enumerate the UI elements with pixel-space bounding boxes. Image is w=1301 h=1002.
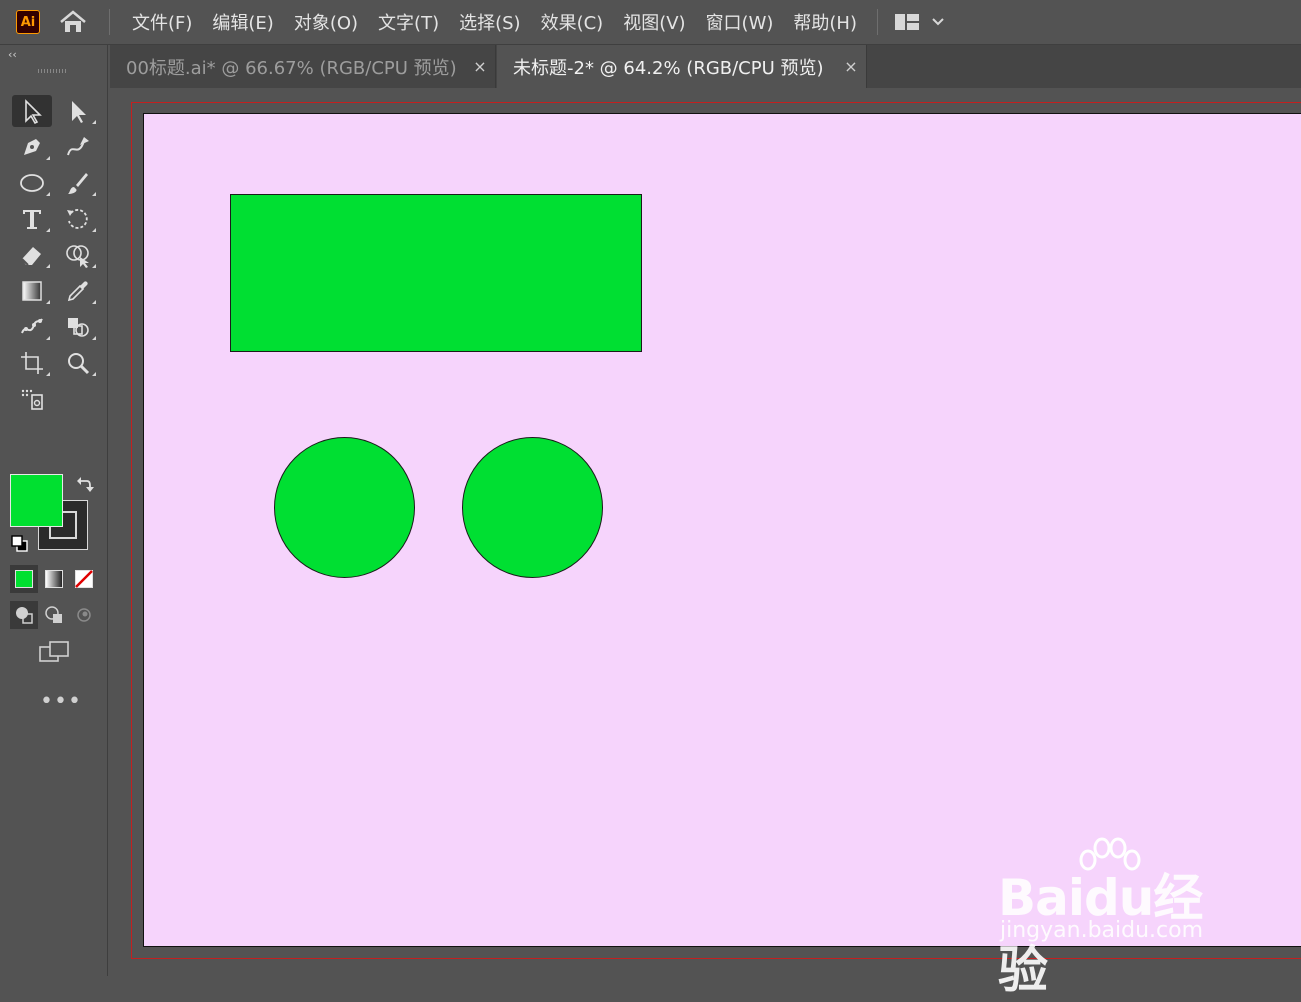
close-icon[interactable]: × [465,57,495,76]
artboard[interactable] [143,113,1301,947]
draw-normal-button[interactable] [10,601,38,629]
watermark-url: jingyan.baidu.com [1000,918,1204,943]
workspace-switcher-icon[interactable] [892,10,952,34]
symbol-sprayer-icon [68,318,89,337]
tab-label: 未标题-2* @ 64.2% (RGB/CPU 预览) [513,57,824,79]
menu-separator [109,9,110,35]
gradient-icon [22,281,42,301]
green-circle-left[interactable] [274,437,415,578]
draw-normal-icon [16,607,33,624]
symbol-sprayer-tool[interactable] [58,311,98,343]
close-icon[interactable]: × [836,57,866,76]
menu-help[interactable]: 帮助(H) [783,9,867,35]
eraser-tool[interactable] [12,239,52,271]
swap-fill-stroke-icon[interactable] [76,475,94,493]
paintbrush-tool[interactable] [58,167,98,199]
menu-edit[interactable]: 编辑(E) [202,9,283,35]
screen-mode-icon[interactable] [36,639,72,667]
rotate-icon [67,209,88,229]
green-rectangle[interactable] [230,194,642,352]
eyedropper-icon [67,281,88,302]
artboard-icon [21,352,43,374]
direct-selection-tool[interactable] [58,95,98,127]
menu-window[interactable]: 窗口(W) [696,9,784,35]
draw-mode-row [10,601,100,629]
fill-color-swatch[interactable] [10,474,63,527]
collapse-panel-button[interactable]: ‹‹ [8,48,17,61]
color-mode-button[interactable] [10,565,38,593]
curvature-pen-icon [67,137,89,156]
tab-document-2[interactable]: 未标题-2* @ 64.2% (RGB/CPU 预览) × [497,45,867,88]
menu-bar: Ai 文件(F) 编辑(E) 对象(O) 文字(T) 选择(S) 效果(C) 视… [0,0,1301,45]
menu-separator [877,9,878,35]
default-fill-stroke-icon[interactable] [11,535,29,553]
paintbrush-icon [68,173,88,194]
menu-view[interactable]: 视图(V) [613,9,695,35]
document-tab-bar: 00标题.ai* @ 66.67% (RGB/CPU 预览) × 未标题-2* … [110,45,1301,88]
menu-object[interactable]: 对象(O) [284,9,368,35]
shape-builder-icon [66,245,89,268]
shape-builder-tool[interactable] [58,239,98,271]
tab-label: 00标题.ai* @ 66.67% (RGB/CPU 预览) [126,57,457,79]
gradient-mode-button[interactable] [40,565,68,593]
tools-panel: ‹‹ ••• [0,45,108,976]
draw-inside-icon [77,608,91,622]
color-mode-row [10,565,100,593]
draw-behind-icon [45,606,62,623]
menu-type[interactable]: 文字(T) [368,9,449,35]
more-tools-icon[interactable]: ••• [40,689,82,714]
draw-inside-button[interactable] [70,601,98,629]
puppet-warp-icon [21,318,43,334]
edit-toolbar-icon [21,389,43,410]
type-tool[interactable] [12,203,52,235]
baidu-watermark: Baidu经验 jingyan.baidu.com [996,836,1236,999]
menu-select[interactable]: 选择(S) [449,9,530,35]
ellipse-icon [20,174,44,192]
pen-tool[interactable] [12,131,52,163]
menu-file[interactable]: 文件(F) [122,9,202,35]
draw-behind-button[interactable] [40,601,68,629]
gradient-tool[interactable] [12,275,52,307]
eyedropper-tool[interactable] [58,275,98,307]
menu-items: 文件(F) 编辑(E) 对象(O) 文字(T) 选择(S) 效果(C) 视图(V… [122,0,867,44]
panel-grip[interactable] [38,69,68,73]
zoom-tool[interactable] [58,347,98,379]
curvature-tool[interactable] [58,131,98,163]
direct-selection-arrow-icon [72,101,86,123]
selection-tool[interactable] [12,95,52,127]
rotate-tool[interactable] [58,203,98,235]
artboard-tool[interactable] [12,347,52,379]
app-logo: Ai [16,10,40,34]
menu-effect[interactable]: 效果(C) [531,9,614,35]
home-icon[interactable] [58,9,88,35]
zoom-icon [68,353,90,375]
tab-document-1[interactable]: 00标题.ai* @ 66.67% (RGB/CPU 预览) × [110,45,496,88]
ellipse-tool[interactable] [12,167,52,199]
eraser-icon [21,247,41,266]
none-mode-button[interactable] [70,565,98,593]
type-icon [23,210,41,229]
green-circle-right[interactable] [462,437,603,578]
edit-toolbar-button[interactable] [12,383,52,415]
selection-arrow-icon [25,99,42,125]
pen-icon [24,139,40,155]
none-color-icon [75,570,93,588]
puppet-warp-tool[interactable] [12,311,52,343]
